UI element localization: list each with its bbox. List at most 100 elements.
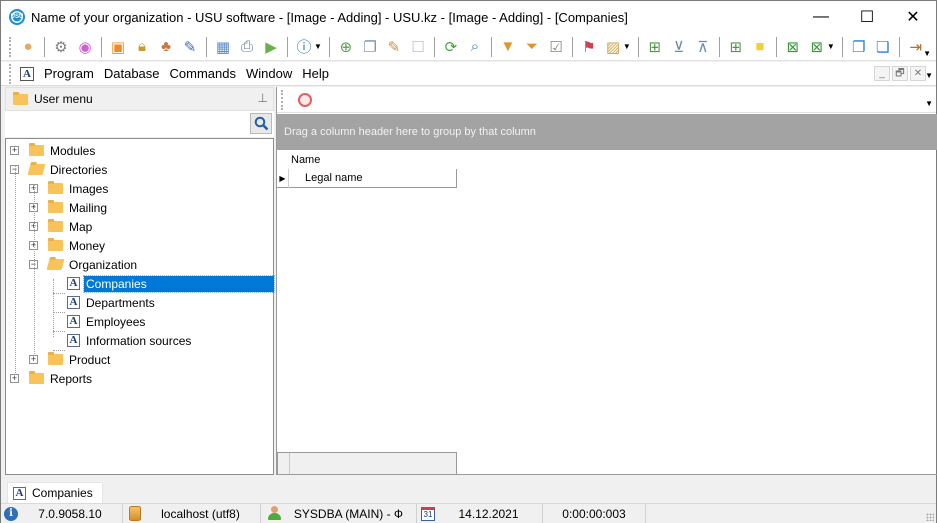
group-by-panel[interactable]: Drag a column header here to group by th… <box>277 114 937 150</box>
menu-tree: + Modules − Directories + Images + Mailing + Map +… <box>5 138 275 475</box>
grid-toolbar-grip[interactable] <box>281 89 284 110</box>
tree-item-departments[interactable]: A Departments <box>48 293 157 312</box>
document-icon: A <box>67 277 80 290</box>
expand-icon[interactable]: + <box>29 355 38 364</box>
image-button[interactable]: ▨ <box>604 38 622 56</box>
gear-button[interactable]: ⚙ <box>52 38 70 56</box>
tree-item-map[interactable]: + Map <box>29 217 94 236</box>
edit-record-button[interactable]: ✎ <box>385 38 403 56</box>
mdi-restore-button[interactable]: 🗗 <box>892 66 908 81</box>
add-column-button[interactable]: ⊞ <box>727 38 745 56</box>
refresh-icon: ⟳ <box>444 38 458 56</box>
dropdown-arrow-icon[interactable]: ▼ <box>827 42 835 51</box>
tree-item-modules[interactable]: + Modules <box>10 141 97 160</box>
expand-icon[interactable]: + <box>10 146 19 155</box>
app-logo-icon: USU <box>9 9 25 25</box>
excel-import-button[interactable]: ⊠ <box>808 38 826 56</box>
close-button[interactable]: ✕ <box>890 1 936 33</box>
close-all-windows-button[interactable]: ❏ <box>874 38 892 56</box>
users-button[interactable]: ♣ <box>157 38 175 56</box>
menubar-grip[interactable] <box>9 63 12 84</box>
tree-item-product[interactable]: + Product <box>29 350 112 369</box>
search-icon <box>254 116 268 131</box>
toolbar-separator <box>433 36 435 57</box>
filter-check-button[interactable]: ☑ <box>547 38 565 56</box>
tree-guide-line <box>53 350 65 351</box>
tree-item-companies[interactable]: A Companies <box>48 274 275 293</box>
dropdown-arrow-icon[interactable]: ▼ <box>314 42 322 51</box>
tree-item-money[interactable]: + Money <box>29 236 107 255</box>
map-pin-button[interactable]: ● <box>19 38 37 56</box>
tree-item-reports[interactable]: + Reports <box>10 369 94 388</box>
exit-icon: ⇥ <box>909 38 923 56</box>
search-button[interactable] <box>250 113 272 134</box>
document-icon[interactable]: A <box>20 66 34 81</box>
refresh-icon[interactable] <box>298 92 312 107</box>
sticky-note-button[interactable]: ■ <box>751 38 769 56</box>
filter-apply-button[interactable]: ⏷ <box>523 38 541 56</box>
tree-item-images[interactable]: + Images <box>29 179 110 198</box>
play-button[interactable]: ▶ <box>262 38 280 56</box>
grid-footer <box>277 452 457 475</box>
version-text: 7.0.9058.10 <box>38 506 102 521</box>
expand-columns-button[interactable]: ⊞ <box>646 38 664 56</box>
resize-grip[interactable] <box>926 513 934 521</box>
menubar-overflow-button[interactable]: ▼ <box>925 71 933 80</box>
user-menu-panel: User menu ⊥ + Modules − Directories + Images +… <box>5 87 275 475</box>
status-bar: i 7.0.9058.10 localhost (utf8) SYSDBA (M… <box>1 503 936 523</box>
menu-program[interactable]: Program <box>39 66 99 81</box>
excel-export-button[interactable]: ⊠ <box>784 38 802 56</box>
add-record-button[interactable]: ⊕ <box>337 38 355 56</box>
rss-icon: ▣ <box>110 38 126 56</box>
filter-button[interactable]: ▼ <box>499 38 517 56</box>
tree-item-organization[interactable]: − Organization <box>29 255 139 274</box>
toolbar-separator <box>287 36 288 57</box>
tree-guide-line <box>53 279 54 337</box>
tree-item-mailing[interactable]: + Mailing <box>29 198 109 217</box>
flag-button[interactable]: ⚑ <box>580 38 598 56</box>
menu-help[interactable]: Help <box>297 66 334 81</box>
printer-button[interactable]: ⎙ <box>238 38 256 56</box>
tree-item-employees[interactable]: A Employees <box>48 312 147 331</box>
lock-icon: 🔒︎ <box>138 38 146 55</box>
collapse-all-button[interactable]: ⊼ <box>694 38 712 56</box>
toolbar-overflow-button[interactable]: ▼ <box>923 49 931 58</box>
grid-toolbar-overflow-button[interactable]: ▼ <box>925 99 933 108</box>
folder-open-icon <box>27 164 46 175</box>
tree-item-directories[interactable]: − Directories <box>10 160 109 179</box>
plugin-button[interactable]: ✎ <box>181 38 199 56</box>
panel-title: User menu <box>34 92 93 106</box>
menu-commands[interactable]: Commands <box>165 66 241 81</box>
search-button[interactable]: ⌕ <box>466 38 484 56</box>
table-button[interactable]: ▦ <box>214 38 232 56</box>
cell-legal-name[interactable]: Legal name <box>293 172 363 184</box>
rss-button[interactable]: ▣ <box>109 38 127 56</box>
toolbar-separator <box>206 36 207 57</box>
toolbar-grip[interactable] <box>9 36 12 57</box>
expand-icon[interactable]: + <box>10 374 19 383</box>
table-row[interactable]: ▶ Legal name <box>277 168 457 188</box>
mdi-close-button[interactable]: ✕ <box>910 66 926 81</box>
pin-icon[interactable]: ⊥ <box>258 91 268 105</box>
expand-all-button[interactable]: ⊻ <box>670 38 688 56</box>
refresh-button[interactable]: ⟳ <box>442 38 460 56</box>
exit-button[interactable]: ⇥ <box>907 38 925 56</box>
toolbar-separator <box>775 36 777 57</box>
color-wheel-button[interactable]: ◉ <box>76 38 94 56</box>
maximize-button[interactable]: ☐ <box>844 1 890 33</box>
tree-item-information-sources[interactable]: A Information sources <box>48 331 193 350</box>
panel-header: User menu ⊥ <box>5 87 274 111</box>
tab-companies[interactable]: A Companies <box>7 482 103 503</box>
delete-record-button[interactable]: ☐ <box>409 38 427 56</box>
column-header-name[interactable]: Name <box>291 154 320 166</box>
minimize-button[interactable]: — <box>798 1 844 33</box>
close-window-button[interactable]: ❐ <box>850 38 868 56</box>
copy-record-button[interactable]: ❐ <box>361 38 379 56</box>
lock-button[interactable]: 🔒︎ <box>133 38 151 56</box>
info-button[interactable]: ⓘ <box>295 38 313 56</box>
dropdown-arrow-icon[interactable]: ▼ <box>623 42 631 51</box>
menu-database[interactable]: Database <box>99 66 165 81</box>
mdi-minimize-button[interactable]: _ <box>874 66 890 81</box>
menu-window[interactable]: Window <box>241 66 297 81</box>
footer-indicator <box>278 453 290 474</box>
